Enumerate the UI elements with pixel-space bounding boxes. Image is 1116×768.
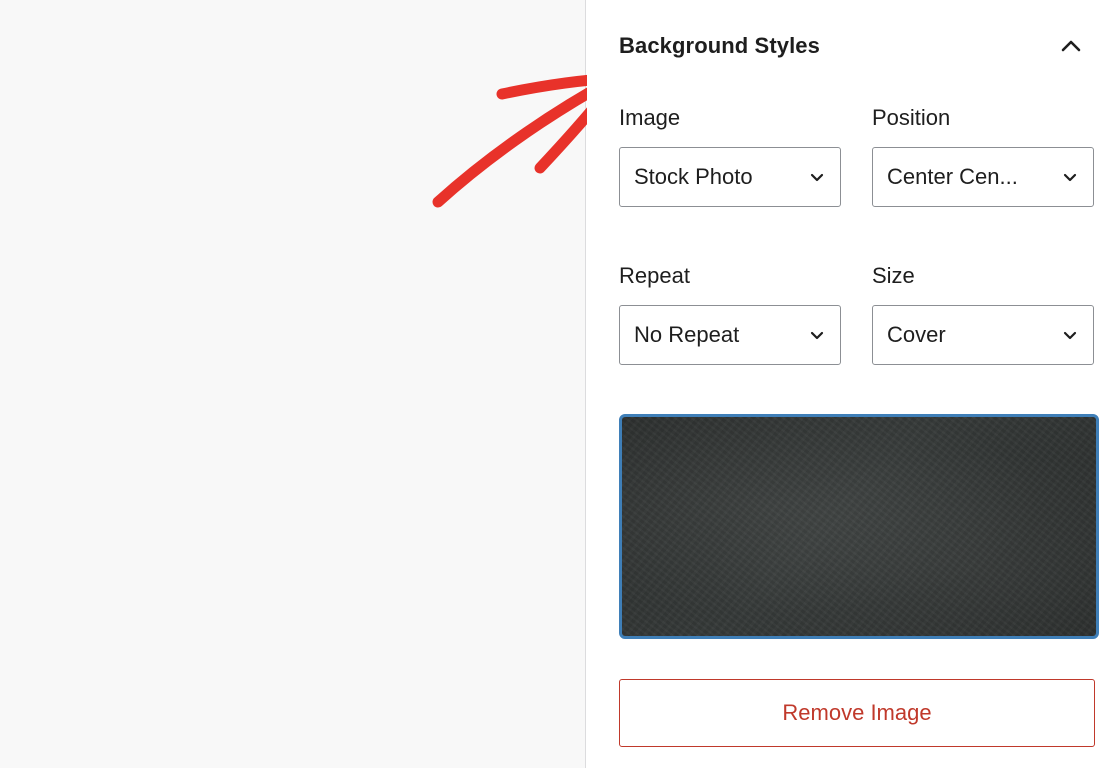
position-select-value: Center Cen... [887,164,1018,189]
section-title: Background Styles [619,33,820,58]
image-select-value: Stock Photo [634,164,753,189]
size-field: Size Cover [872,262,1094,365]
chevron-down-icon [1061,168,1079,186]
chevron-down-icon [808,168,826,186]
repeat-select[interactable]: No Repeat [619,305,841,365]
repeat-select-value: No Repeat [634,322,740,347]
chevron-up-icon[interactable] [1053,28,1089,64]
chevron-down-icon [808,326,826,344]
image-select[interactable]: Stock Photo [619,147,841,207]
position-select[interactable]: Center Cen... [872,147,1094,207]
repeat-field: Repeat No Repeat [619,262,841,365]
app-window: Background Styles Image Stock Photo Posi… [0,0,1116,768]
image-label: Image [619,105,681,130]
position-field: Position Center Cen... [872,104,1094,207]
background-styles-header[interactable]: Background Styles [619,28,1089,64]
image-field: Image Stock Photo [619,104,841,207]
size-label: Size [872,263,915,288]
chevron-down-icon [1061,326,1079,344]
repeat-label: Repeat [619,263,690,288]
settings-sidebar: Background Styles Image Stock Photo Posi… [587,0,1116,768]
remove-image-button[interactable]: Remove Image [619,679,1095,747]
position-label: Position [872,105,951,130]
background-image-preview[interactable] [619,414,1099,639]
size-select-value: Cover [887,322,946,347]
size-select[interactable]: Cover [872,305,1094,365]
